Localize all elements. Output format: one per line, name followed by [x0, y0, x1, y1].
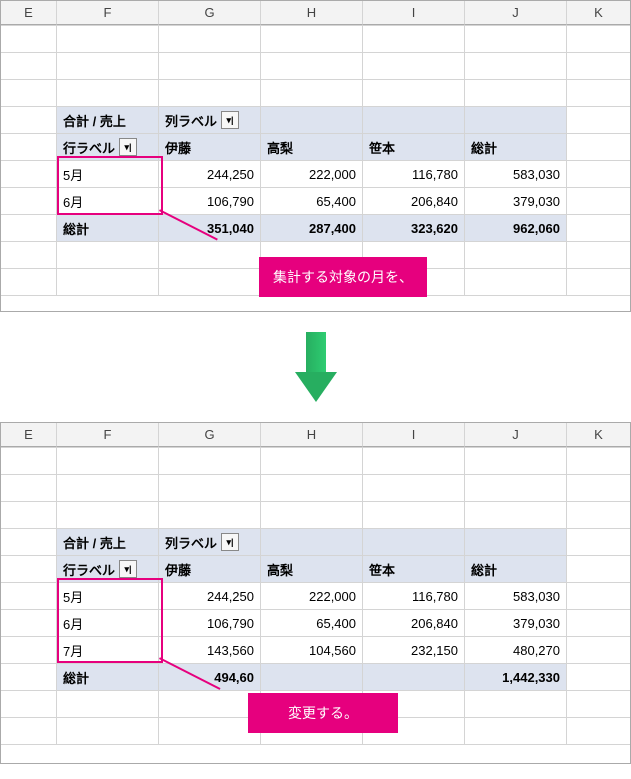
pivot-total[interactable]: 962,060	[465, 215, 567, 241]
pivot-col-label[interactable]: 列ラベル▾|	[159, 529, 261, 555]
filter-dropdown-icon[interactable]: ▾|	[119, 138, 137, 156]
pivot-cell[interactable]: 222,000	[261, 161, 363, 187]
pivot-cell[interactable]: 116,780	[363, 161, 465, 187]
filter-dropdown-icon[interactable]: ▾|	[221, 111, 239, 129]
callout-text: 集計する対象の月を、	[259, 257, 427, 297]
pivot-cell[interactable]: 379,030	[465, 610, 567, 636]
col-header-h[interactable]: H	[261, 423, 363, 447]
pivot-header[interactable]: 高梨	[261, 556, 363, 582]
col-header-k[interactable]: K	[567, 423, 630, 447]
pivot-row-label-value[interactable]: 5月	[57, 161, 159, 187]
col-header-i[interactable]: I	[363, 1, 465, 25]
pivot-total[interactable]: 1,442,330	[465, 664, 567, 690]
col-header-k[interactable]: K	[567, 1, 630, 25]
pivot-row-label-value[interactable]: 5月	[57, 583, 159, 609]
pivot-total[interactable]: 323,620	[363, 215, 465, 241]
pivot-cell[interactable]: 232,150	[363, 637, 465, 663]
col-header-j[interactable]: J	[465, 1, 567, 25]
pivot-total-label[interactable]: 総計	[57, 664, 159, 690]
pivot-cell[interactable]: 244,250	[159, 583, 261, 609]
down-arrow-icon	[295, 332, 337, 402]
pivot-total-label[interactable]: 総計	[57, 215, 159, 241]
col-header-f[interactable]: F	[57, 423, 159, 447]
pivot-cell[interactable]: 65,400	[261, 610, 363, 636]
spreadsheet-panel-before: E F G H I J K 合計 / 売上 列ラベル▾| 行ラベル▾| 伊藤 高…	[0, 0, 631, 312]
pivot-total[interactable]	[261, 664, 363, 690]
pivot-cell[interactable]: 116,780	[363, 583, 465, 609]
pivot-cell[interactable]: 222,000	[261, 583, 363, 609]
pivot-header[interactable]: 高梨	[261, 134, 363, 160]
pivot-cell[interactable]: 65,400	[261, 188, 363, 214]
pivot-title[interactable]: 合計 / 売上	[57, 107, 159, 133]
col-header-e[interactable]: E	[1, 423, 57, 447]
pivot-row-label[interactable]: 行ラベル▾|	[57, 556, 159, 582]
col-header-i[interactable]: I	[363, 423, 465, 447]
pivot-header[interactable]: 伊藤	[159, 134, 261, 160]
pivot-cell[interactable]: 480,270	[465, 637, 567, 663]
pivot-total[interactable]: 287,400	[261, 215, 363, 241]
col-header-j[interactable]: J	[465, 423, 567, 447]
pivot-header[interactable]: 総計	[465, 134, 567, 160]
filter-dropdown-icon[interactable]: ▾|	[221, 533, 239, 551]
pivot-cell[interactable]: 104,560	[261, 637, 363, 663]
pivot-cell[interactable]: 206,840	[363, 188, 465, 214]
filter-dropdown-icon[interactable]: ▾|	[119, 560, 137, 578]
pivot-row-label-value[interactable]: 6月	[57, 610, 159, 636]
pivot-cell[interactable]: 583,030	[465, 583, 567, 609]
pivot-cell[interactable]: 143,560	[159, 637, 261, 663]
pivot-row-label-value[interactable]: 7月	[57, 637, 159, 663]
pivot-cell[interactable]: 379,030	[465, 188, 567, 214]
pivot-cell[interactable]: 106,790	[159, 188, 261, 214]
pivot-row-label-value[interactable]: 6月	[57, 188, 159, 214]
pivot-header[interactable]: 笹本	[363, 556, 465, 582]
pivot-total[interactable]	[363, 664, 465, 690]
pivot-total[interactable]: 494,60	[159, 664, 261, 690]
spreadsheet-panel-after: E F G H I J K 合計 / 売上 列ラベル▾| 行ラベル▾| 伊藤 高…	[0, 422, 631, 764]
pivot-cell[interactable]: 583,030	[465, 161, 567, 187]
pivot-cell[interactable]: 106,790	[159, 610, 261, 636]
pivot-title[interactable]: 合計 / 売上	[57, 529, 159, 555]
col-header-f[interactable]: F	[57, 1, 159, 25]
pivot-header[interactable]: 総計	[465, 556, 567, 582]
col-header-h[interactable]: H	[261, 1, 363, 25]
col-header-g[interactable]: G	[159, 423, 261, 447]
pivot-header[interactable]: 伊藤	[159, 556, 261, 582]
pivot-cell[interactable]: 206,840	[363, 610, 465, 636]
col-header-g[interactable]: G	[159, 1, 261, 25]
pivot-cell[interactable]: 244,250	[159, 161, 261, 187]
col-header-e[interactable]: E	[1, 1, 57, 25]
pivot-header[interactable]: 笹本	[363, 134, 465, 160]
callout-text: 変更する。	[248, 693, 398, 733]
pivot-row-label[interactable]: 行ラベル▾|	[57, 134, 159, 160]
pivot-col-label[interactable]: 列ラベル▾|	[159, 107, 261, 133]
